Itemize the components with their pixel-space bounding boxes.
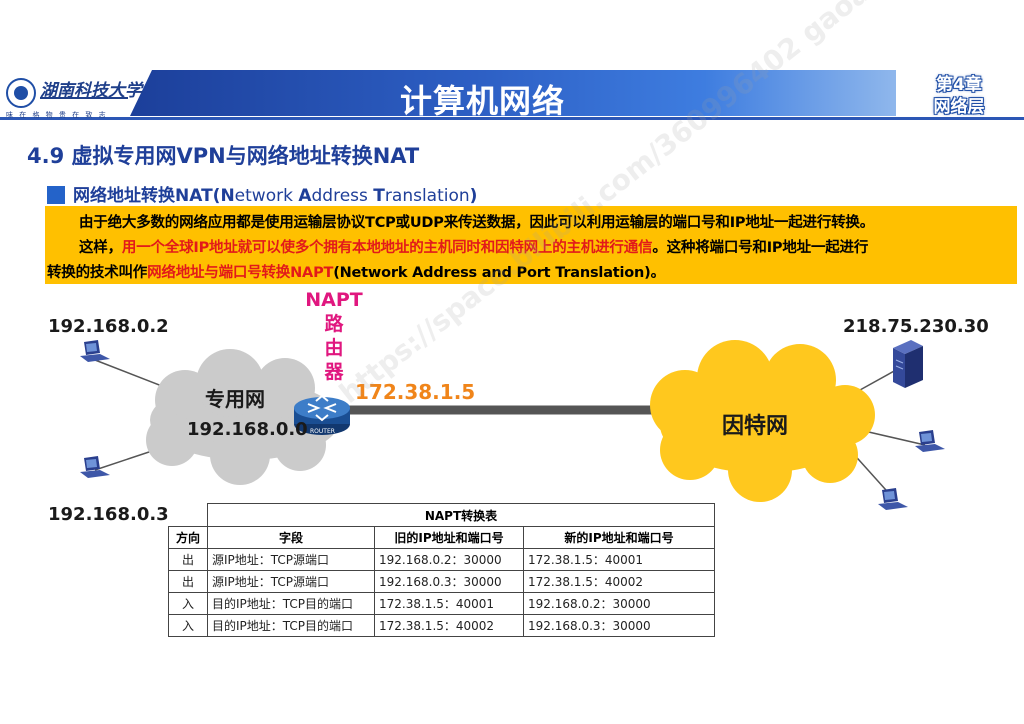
router-icon-caption: ROUTER (310, 428, 335, 435)
cell-field: 目的IP地址：TCP目的端口 (207, 614, 375, 637)
cell-new-address: 192.168.0.2：30000 (523, 592, 715, 615)
host-3-computer-icon (915, 430, 945, 452)
napt-router-label-1: NAPT (305, 289, 363, 311)
header-direction: 方向 (168, 526, 208, 549)
host-2-ip: 192.168.0.3 (48, 504, 169, 525)
internet-label: 因特网 (722, 414, 789, 439)
server-icon (893, 340, 923, 388)
private-network-label: 专用网 (205, 387, 265, 411)
cell-old-address: 172.38.1.5：40002 (374, 614, 524, 637)
cell-field: 目的IP地址：TCP目的端口 (207, 592, 375, 615)
cell-direction: 出 (168, 548, 208, 571)
cell-new-address: 172.38.1.5：40001 (523, 548, 715, 571)
table-caption-spacer (168, 503, 208, 527)
cell-new-address: 172.38.1.5：40002 (523, 570, 715, 593)
cell-direction: 入 (168, 614, 208, 637)
cell-direction: 入 (168, 592, 208, 615)
table-row: 入 目的IP地址：TCP目的端口 172.38.1.5：40001 192.16… (168, 592, 715, 615)
cell-field: 源IP地址：TCP源端口 (207, 548, 375, 571)
napt-translation-table: NAPT转换表 方向 字段 旧的IP地址和端口号 新的IP地址和端口号 出 源I… (168, 503, 715, 637)
table-row: 入 目的IP地址：TCP目的端口 172.38.1.5：40002 192.16… (168, 614, 715, 637)
server-ip: 218.75.230.30 (843, 316, 989, 337)
cell-old-address: 192.168.0.2：30000 (374, 548, 524, 571)
host-4-computer-icon (878, 488, 908, 510)
header-field: 字段 (207, 526, 375, 549)
host-1-ip: 192.168.0.2 (48, 316, 169, 337)
cell-old-address: 192.168.0.3：30000 (374, 570, 524, 593)
cell-new-address: 192.168.0.3：30000 (523, 614, 715, 637)
cell-direction: 出 (168, 570, 208, 593)
link-internet-to-host3 (859, 429, 926, 446)
header-new-address: 新的IP地址和端口号 (523, 526, 715, 549)
private-network-address: 192.168.0.0 (187, 419, 308, 440)
cell-field: 源IP地址：TCP源端口 (207, 570, 375, 593)
table-header-row: 方向 字段 旧的IP地址和端口号 新的IP地址和端口号 (168, 526, 715, 549)
table-row: 出 源IP地址：TCP源端口 192.168.0.3：30000 172.38.… (168, 570, 715, 593)
napt-router-label-2: 路 (324, 313, 344, 335)
header-old-address: 旧的IP地址和端口号 (374, 526, 524, 549)
cell-old-address: 172.38.1.5：40001 (374, 592, 524, 615)
table-caption-row: NAPT转换表 (168, 503, 715, 527)
table-row: 出 源IP地址：TCP源端口 192.168.0.2：30000 172.38.… (168, 548, 715, 571)
napt-router-label-3: 由 (324, 337, 344, 359)
host-1-computer-icon (80, 340, 110, 362)
table-caption: NAPT转换表 (207, 503, 715, 527)
